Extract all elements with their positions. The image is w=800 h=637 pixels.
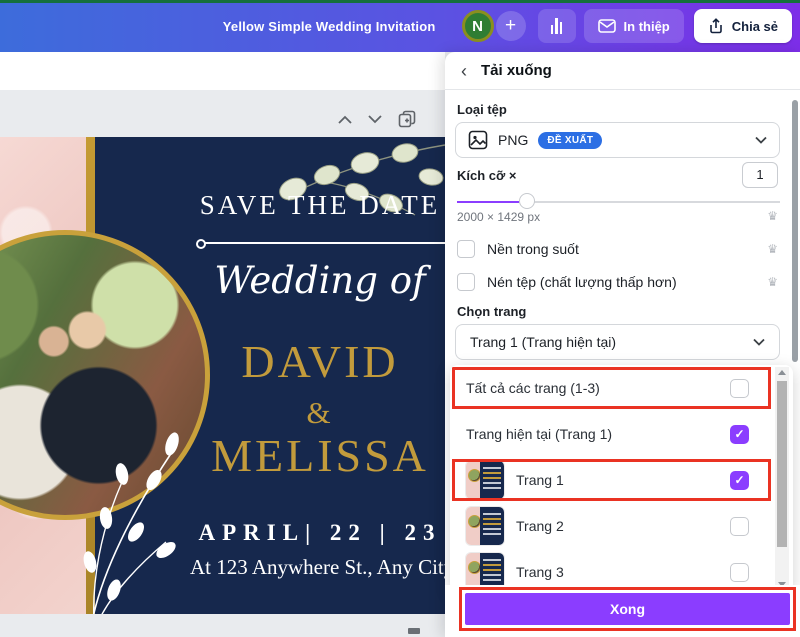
page-1-thumbnail (466, 461, 504, 499)
pages-dropdown-list: Tất cả các trang (1-3) Trang hiện tại (T… (450, 365, 793, 592)
canvas-page-1[interactable]: SAVE THE DATE Wedding of DAVID & MELISSA… (0, 137, 445, 614)
list-item-label: Trang hiện tại (Trang 1) (466, 426, 613, 442)
bar-chart-icon (550, 18, 563, 34)
chevron-down-icon (753, 338, 765, 346)
list-item-current-page[interactable]: Trang hiện tại (Trang 1) ✓ (450, 411, 793, 457)
invitation-text-block: SAVE THE DATE Wedding of DAVID & MELISSA… (190, 137, 445, 614)
context-toolbar (0, 52, 445, 90)
list-scrollbar-thumb[interactable] (777, 381, 787, 547)
print-invitation-button[interactable]: In thiệp (583, 9, 684, 43)
list-item-label: Tất cả các trang (1-3) (466, 380, 600, 396)
insights-button[interactable] (537, 9, 576, 43)
image-file-icon (468, 130, 488, 150)
top-bar: Yellow Simple Wedding Invitation N + In … (0, 0, 800, 52)
slider-knob[interactable] (519, 193, 535, 209)
page-1-checkbox[interactable]: ✓ (730, 470, 749, 490)
page-2-checkbox[interactable] (730, 516, 749, 536)
list-item-label: Trang 1 (516, 472, 564, 488)
page-controls (338, 110, 416, 128)
page-3-checkbox[interactable] (730, 562, 749, 582)
document-title[interactable]: Yellow Simple Wedding Invitation (223, 19, 436, 34)
transparent-bg-checkbox[interactable] (457, 240, 475, 258)
transparent-bg-label: Nền trong suốt (487, 241, 579, 257)
panel-scrollbar[interactable] (792, 100, 798, 362)
list-item-page-2[interactable]: Trang 2 (450, 503, 793, 549)
list-item-label: Trang 2 (516, 518, 564, 534)
size-slider[interactable] (457, 193, 780, 209)
share-button[interactable]: Chia sẻ (693, 9, 792, 43)
page-2-thumbnail (466, 507, 504, 545)
pixel-dimensions-text: 2000 × 1429 px (457, 210, 541, 224)
pro-crown-icon: ♛ (767, 242, 778, 256)
white-floral-branch-graphic (83, 432, 179, 614)
list-item-page-1[interactable]: Trang 1 ✓ (450, 457, 793, 503)
size-multiplier-input[interactable]: 1 (742, 162, 778, 188)
compress-file-checkbox[interactable] (457, 273, 475, 291)
size-label: Kích cỡ × (457, 168, 517, 183)
compress-file-option[interactable]: Nén tệp (chất lượng thấp hơn) (457, 273, 677, 291)
recommended-badge: ĐỀ XUẤT (538, 131, 603, 149)
envelope-icon (597, 19, 616, 33)
select-pages-dropdown[interactable]: Trang 1 (Trang hiện tại) (455, 324, 780, 360)
file-type-label: Loại tệp (457, 102, 507, 117)
transparent-bg-option[interactable]: Nền trong suốt (457, 240, 579, 258)
move-page-up-icon[interactable] (338, 115, 352, 124)
select-pages-value: Trang 1 (Trang hiện tại) (470, 334, 617, 350)
wedding-of-text[interactable]: Wedding of (190, 259, 445, 302)
divider-ornament (196, 239, 445, 249)
chevron-down-icon (755, 136, 767, 144)
download-panel: ‹ Tải xuống Loại tệp PNG ĐỀ XUẤT Kích cỡ… (445, 52, 800, 637)
top-accent-line (0, 0, 800, 3)
move-page-down-icon[interactable] (368, 114, 382, 124)
select-pages-label: Chọn trang (457, 304, 527, 319)
done-button[interactable]: Xong (465, 593, 790, 625)
pro-crown-icon: ♛ (767, 209, 778, 223)
slider-fill (457, 201, 519, 203)
file-type-value: PNG (498, 132, 529, 148)
duplicate-page-icon[interactable] (398, 110, 416, 128)
current-page-checkbox[interactable]: ✓ (730, 424, 749, 444)
panel-header: ‹ Tải xuống (445, 52, 800, 90)
done-bar: Xong (445, 585, 800, 637)
add-member-button[interactable]: + (495, 11, 526, 41)
back-chevron-icon[interactable]: ‹ (461, 62, 467, 80)
share-upload-icon (709, 18, 722, 34)
save-the-date-text[interactable]: SAVE THE DATE (190, 190, 445, 221)
all-pages-checkbox[interactable] (730, 378, 749, 398)
list-item-all-pages[interactable]: Tất cả các trang (1-3) (450, 365, 793, 411)
pro-crown-icon: ♛ (767, 275, 778, 289)
address-text[interactable]: At 123 Anywhere St., Any City (190, 555, 445, 580)
print-button-label: In thiệp (623, 18, 670, 34)
compress-file-label: Nén tệp (chất lượng thấp hơn) (487, 274, 677, 290)
groom-name-text[interactable]: DAVID (190, 335, 445, 388)
list-item-label: Trang 3 (516, 564, 564, 580)
scroll-up-arrow-icon[interactable] (778, 370, 786, 375)
panel-title: Tải xuống (481, 62, 552, 79)
app-window: Yellow Simple Wedding Invitation N + In … (0, 0, 800, 637)
bride-name-text[interactable]: MELISSA (190, 429, 445, 482)
avatar[interactable]: N (461, 10, 494, 42)
date-text[interactable]: APRIL| 22 | 23 (190, 520, 445, 546)
share-button-label: Chia sẻ (731, 18, 778, 34)
file-type-select[interactable]: PNG ĐỀ XUẤT (455, 122, 780, 158)
ampersand-text[interactable]: & (190, 395, 445, 431)
done-highlight-outline: Xong (459, 587, 796, 631)
